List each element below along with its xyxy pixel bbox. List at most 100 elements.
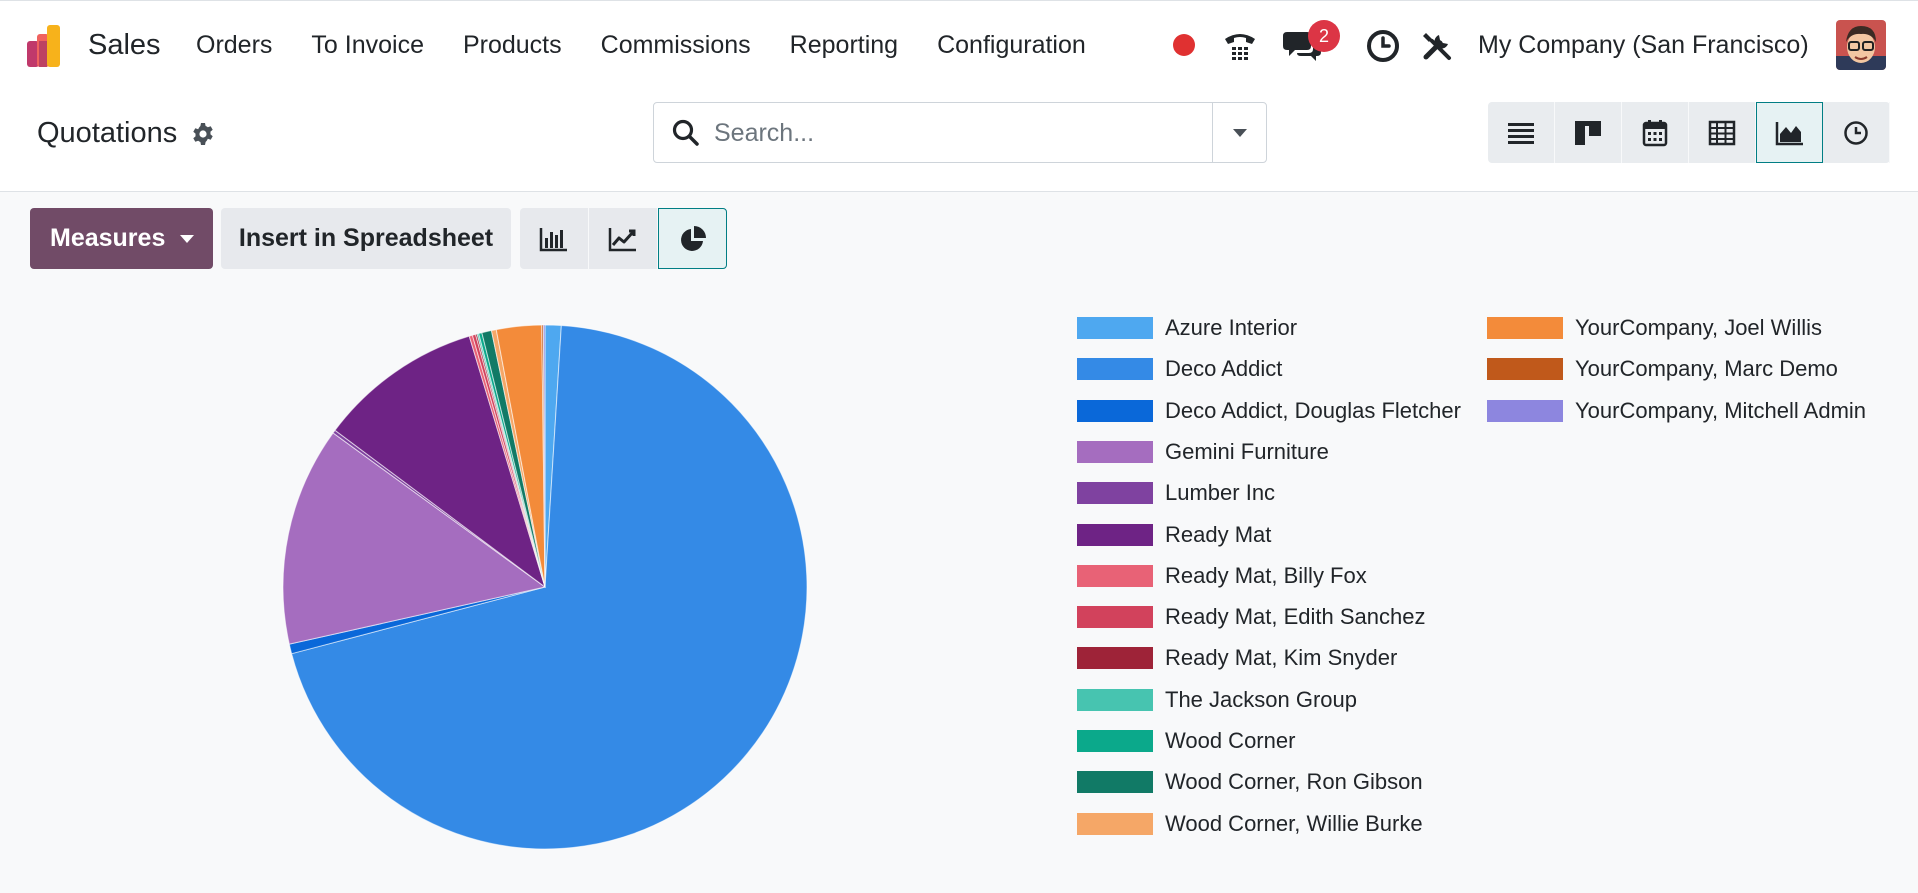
legend-label: Deco Addict [1165,356,1283,382]
chart-type-switcher [520,208,727,269]
view-calendar-button[interactable] [1622,102,1689,163]
company-switcher[interactable]: My Company (San Francisco) [1478,31,1809,60]
legend-label: Azure Interior [1165,315,1298,340]
view-pivot-button[interactable] [1689,102,1756,163]
phone-icon[interactable] [1222,27,1258,63]
search-options-toggle[interactable] [1212,103,1266,162]
view-graph-button[interactable] [1756,102,1823,163]
list-icon [1508,122,1534,144]
legend-swatch [1077,440,1153,463]
sales-app-logo-icon[interactable] [27,23,71,67]
user-avatar[interactable] [1836,20,1886,70]
area-chart-icon [1775,121,1803,145]
legend-item[interactable]: Ready Mat, Edith Sanchez [1077,603,1425,631]
legend-item[interactable]: YourCompany, Marc Demo [1487,355,1838,383]
caret-down-icon [180,234,195,243]
legend-swatch [1077,730,1153,752]
legend-item[interactable]: Wood Corner, Willie Burke [1077,810,1423,838]
breadcrumb: Quotations [37,117,215,150]
legend-item[interactable]: The Jackson Group [1077,686,1357,714]
menu-item-configuration[interactable]: Configuration [937,31,1086,60]
legend-item[interactable]: YourCompany, Joel Willis [1487,314,1822,342]
legend-item[interactable]: Azure Interior [1077,314,1297,342]
search-icon [672,119,699,146]
pie-chart-icon [680,225,706,251]
legend-label: YourCompany, Mitchell Admin [1575,397,1867,423]
page-title: Quotations [37,117,178,149]
legend-label: Gemini Furniture [1165,438,1329,464]
legend-label: Ready Mat, Kim Snyder [1165,645,1398,671]
legend-swatch [1077,688,1153,711]
app-name[interactable]: Sales [88,29,161,62]
line-chart-icon [608,227,636,251]
legend-item[interactable]: YourCompany, Mitchell Admin [1487,397,1866,425]
top-navbar: Sales Orders To Invoice Products Commiss… [0,0,1918,90]
legend-item[interactable]: Gemini Furniture [1077,438,1329,466]
legend-swatch [1077,523,1153,546]
legend-item[interactable]: Wood Corner [1077,727,1295,755]
legend-swatch [1487,358,1563,381]
legend-swatch [1077,647,1153,670]
legend-swatch [1077,564,1153,587]
legend-swatch [1487,317,1563,339]
kanban-icon [1575,120,1601,145]
legend-swatch [1077,399,1153,422]
legend-label: Ready Mat, Edith Sanchez [1165,604,1426,630]
legend-item[interactable]: Deco Addict, Douglas Fletcher [1077,397,1461,425]
activity-clock-icon [1844,120,1868,145]
legend-label: Ready Mat [1165,521,1272,547]
line-chart-button[interactable] [589,208,658,269]
main-menu: Orders To Invoice Products Commissions R… [196,31,1125,60]
legend-label: Lumber Inc [1165,480,1276,506]
legend-swatch [1077,606,1153,629]
legend-label: Deco Addict, Douglas Fletcher [1165,397,1461,423]
legend-swatch [1077,358,1153,381]
legend-swatch [1077,812,1153,835]
control-panel: Quotations [0,90,1918,192]
menu-item-orders[interactable]: Orders [196,31,272,60]
legend-label: YourCompany, Joel Willis [1575,315,1822,340]
menu-item-commissions[interactable]: Commissions [601,31,751,60]
menu-item-to-invoice[interactable]: To Invoice [311,31,424,60]
bar-chart-button[interactable] [520,208,589,269]
legend-item[interactable]: Lumber Inc [1077,479,1275,507]
legend-item[interactable]: Deco Addict [1077,355,1282,383]
recording-indicator-icon[interactable] [1173,34,1195,56]
legend-label: Wood Corner, Willie Burke [1165,810,1423,836]
search-input[interactable] [714,116,1174,150]
tools-icon[interactable] [1420,29,1454,63]
legend-label: Ready Mat, Billy Fox [1165,562,1367,588]
measures-label: Measures [50,224,166,252]
messages-count-badge: 2 [1308,20,1340,52]
legend-label: YourCompany, Marc Demo [1575,356,1838,382]
calendar-icon [1642,119,1668,146]
caret-down-icon [1232,128,1247,137]
pivot-table-icon [1708,120,1736,145]
menu-item-reporting[interactable]: Reporting [790,31,898,60]
legend-swatch [1077,771,1153,794]
view-activity-button[interactable] [1823,102,1890,163]
legend-item[interactable]: Wood Corner, Ron Gibson [1077,768,1423,796]
legend-item[interactable]: Ready Mat [1077,521,1271,549]
legend-item[interactable]: Ready Mat, Kim Snyder [1077,644,1397,672]
pie-chart-button[interactable] [658,208,727,269]
legend-swatch [1487,399,1563,422]
menu-item-products[interactable]: Products [463,31,562,60]
search-box [653,102,1267,163]
legend-swatch [1077,482,1153,505]
legend-label: The Jackson Group [1165,686,1357,712]
graph-view: Measures Insert in Spreadsheet Azure Int… [0,192,1918,893]
chart-legend: Azure Interior Deco Addict Deco Addict, Do… [1077,314,1897,836]
legend-label: Wood Corner [1165,728,1296,753]
view-switcher [1488,102,1890,163]
measures-dropdown-button[interactable]: Measures [30,208,213,269]
insert-in-spreadsheet-button[interactable]: Insert in Spreadsheet [221,208,511,269]
view-list-button[interactable] [1488,102,1555,163]
view-kanban-button[interactable] [1555,102,1622,163]
legend-swatch [1077,317,1153,339]
gear-icon[interactable] [191,122,215,146]
bar-chart-icon [539,227,567,251]
legend-item[interactable]: Ready Mat, Billy Fox [1077,562,1367,590]
pie-chart [282,324,808,850]
clock-icon[interactable] [1366,29,1400,63]
